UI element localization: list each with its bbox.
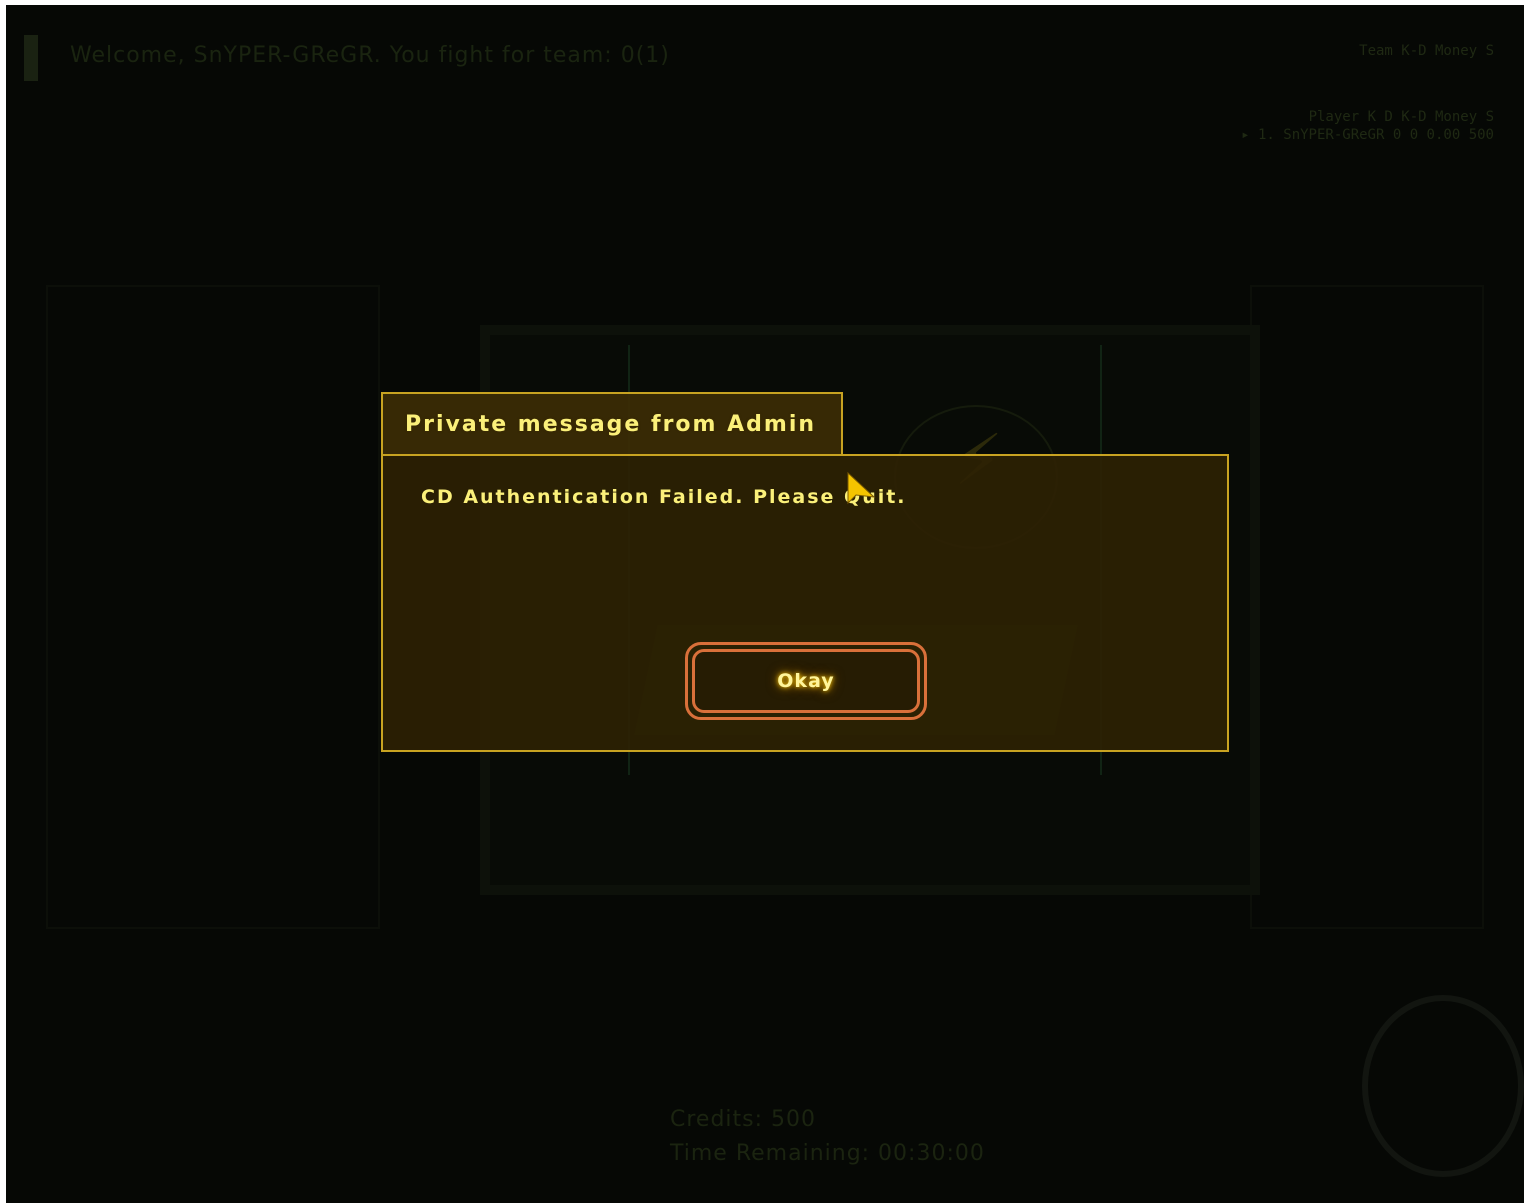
dialog-title: Private message from Admin	[405, 412, 817, 437]
hud-welcome-text: Welcome, SnYPER-GReGR. You fight for tea…	[70, 43, 670, 68]
scoreboard-player-header: Player K D K-D Money S	[1308, 109, 1494, 125]
scoreboard-player-row: ▸ 1. SnYPER-GReGR 0 0 0.00 500	[1241, 127, 1494, 143]
okay-button[interactable]: Okay	[685, 642, 927, 720]
dialog-message: CD Authentication Failed. Please Quit.	[421, 486, 907, 508]
arrow-cursor-icon	[847, 471, 876, 505]
okay-button-label: Okay	[777, 670, 835, 692]
private-message-dialog: CD Authentication Failed. Please Quit. O…	[381, 454, 1229, 752]
background-left-panel	[46, 285, 380, 929]
hud-time-remaining: Time Remaining: 00:30:00	[670, 1141, 985, 1166]
hud-side-indicator	[24, 35, 38, 81]
background-right-panel	[1250, 285, 1484, 929]
gauge-icon	[1362, 995, 1524, 1177]
okay-button-inner[interactable]: Okay	[692, 649, 920, 713]
hud-credits: Credits: 500	[670, 1107, 817, 1132]
dialog-title-tab: Private message from Admin	[381, 392, 843, 454]
scoreboard-team-header: Team K-D Money S	[1359, 43, 1494, 59]
game-screen: Welcome, SnYPER-GReGR. You fight for tea…	[6, 5, 1524, 1203]
